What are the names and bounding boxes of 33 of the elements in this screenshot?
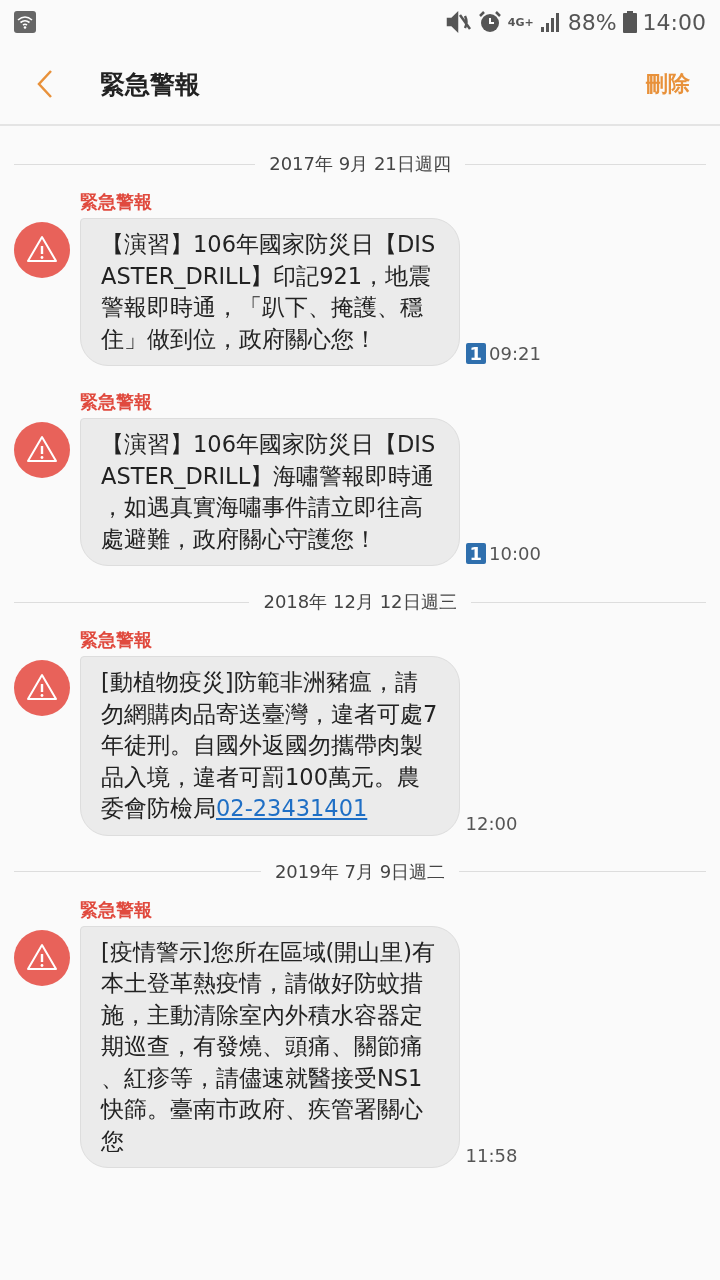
- sender-name: 緊急警報: [80, 190, 152, 214]
- date-separator: 2018年 12月 12日週三: [263, 590, 457, 614]
- message-text: [動植物疫災]防範非洲豬瘟，請勿網購肉品寄送臺灣，違者可處7年徒刑。自國外返國勿攜帶肉製品入境，違者可罰100萬元。農委會防檢局02-23431401: [101, 668, 439, 823]
- warning-icon: [14, 222, 70, 278]
- sim-badge: 1: [465, 543, 487, 564]
- message-time: 12:00: [465, 812, 518, 834]
- message-text: [疫情警示]您所在區域(開山里)有本土登革熱疫情，請做好防蚊措施，主動清除室內外積水容器定期巡查，有發燒、頭痛、關節痛、紅疹等，請儘速就醫接受NS1快篩。臺南市政府、疾管署關心您: [101, 937, 437, 1156]
- clock: 14:00: [642, 9, 706, 35]
- back-button[interactable]: [36, 69, 54, 99]
- sender-name: 緊急警報: [80, 628, 152, 652]
- message-text: 【演習】106年國家防災日【DISASTER_DRILL】海嘯警報即時通，如遇真實海嘯事件請立即往高處避難，政府關心守護您！: [101, 430, 437, 554]
- delete-button[interactable]: 刪除: [646, 69, 690, 99]
- warning-icon: [14, 660, 70, 716]
- network-type: 4G+: [507, 15, 534, 29]
- message-time: 11:58: [465, 1145, 518, 1166]
- warning-icon: [14, 422, 70, 478]
- sender-name: 緊急警報: [80, 390, 152, 414]
- warning-icon: [14, 929, 70, 986]
- mute-icon: [445, 11, 472, 33]
- signal-icon: [539, 12, 562, 32]
- alarm-icon: [477, 10, 502, 34]
- wifi-icon: [14, 11, 36, 33]
- message-text: 【演習】106年國家防災日【DISASTER_DRILL】印記921，地震警報即時通，「趴下、掩護、穩住」做到位，政府關心您！: [101, 230, 437, 354]
- page-title: 緊急警報: [100, 68, 201, 101]
- phone-link[interactable]: 02-23431401: [216, 795, 368, 821]
- battery-percent: 88%: [567, 9, 617, 35]
- sender-name: 緊急警報: [80, 897, 152, 922]
- date-separator: 2017年 9月 21日週四: [269, 152, 451, 176]
- sim-badge: 1: [465, 343, 487, 364]
- battery-icon: [622, 11, 637, 33]
- message-time: 09:21: [489, 343, 541, 364]
- date-separator: 2019年 7月 9日週二: [274, 859, 446, 884]
- message-time: 10:00: [489, 543, 541, 564]
